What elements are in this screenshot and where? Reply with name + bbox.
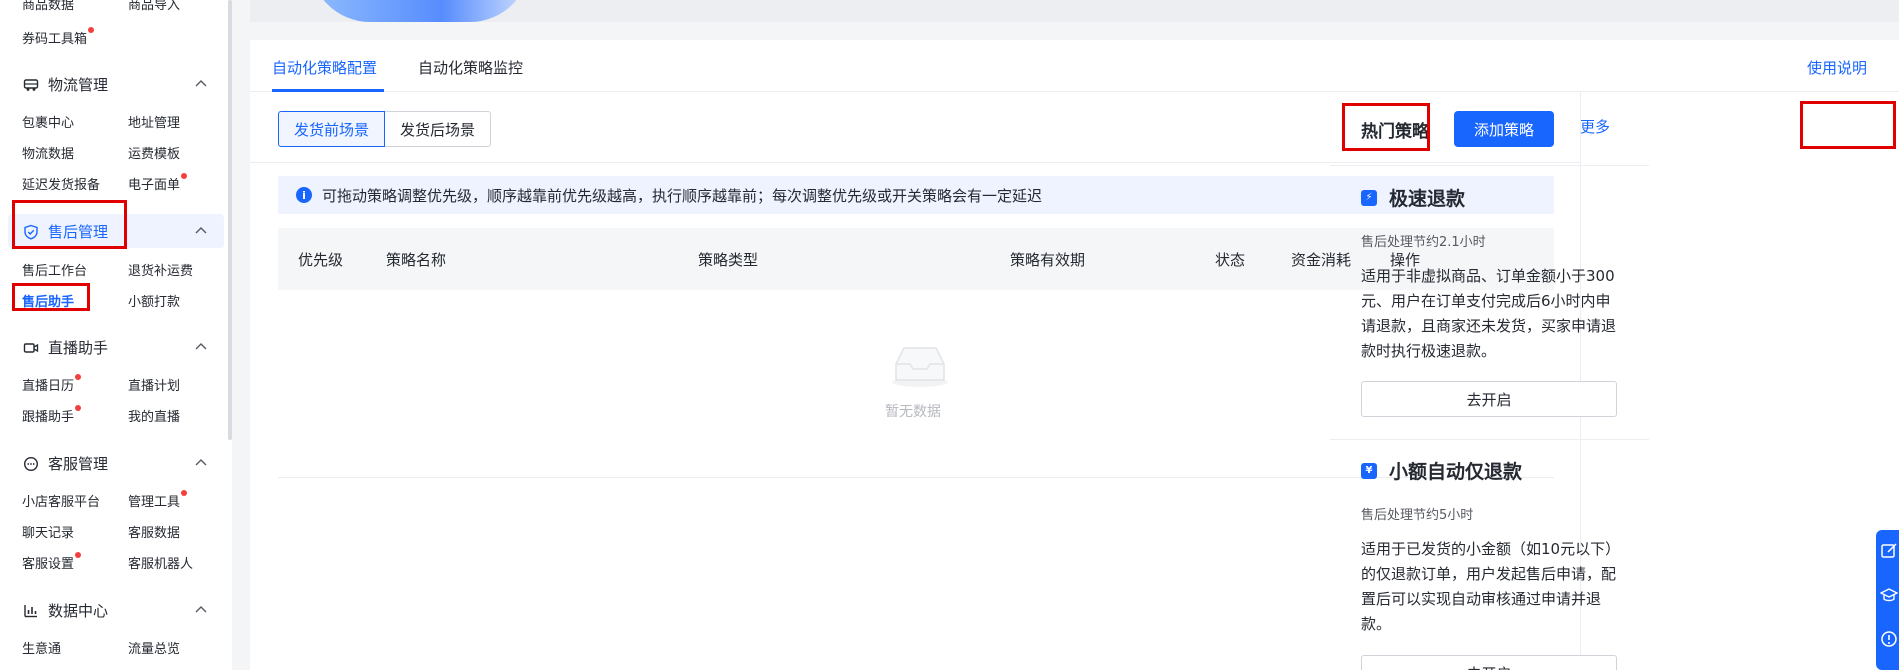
sidebar-item-return-freight[interactable]: 退货补运费	[128, 260, 193, 279]
sidebar-item-shengyitong[interactable]: 生意通	[22, 638, 61, 657]
card-subtitle: 售后处理节约2.1小时	[1361, 235, 1486, 250]
enable-small-refund-button[interactable]: 去开启	[1361, 655, 1617, 670]
shield-check-icon	[22, 223, 40, 241]
empty-box-icon	[892, 347, 948, 387]
active-tab-indicator	[272, 89, 384, 92]
chevron-up-icon[interactable]	[194, 224, 208, 238]
sidebar-item-my-live[interactable]: 我的直播	[128, 406, 180, 425]
chevron-up-icon[interactable]	[194, 77, 208, 91]
empty-state-text: 暂无数据	[885, 404, 941, 420]
column-status: 状态	[1215, 251, 1246, 269]
chevron-up-icon[interactable]	[194, 340, 208, 354]
new-badge	[181, 490, 188, 496]
sidebar-item-chat-records[interactable]: 聊天记录	[22, 522, 74, 541]
card-title: ⚡ 极速退款	[1361, 184, 1465, 211]
sidebar-group-service[interactable]: 客服管理	[22, 453, 108, 474]
sidebar-item-follow-assistant[interactable]: 跟播助手	[22, 405, 82, 425]
tab-bar: 自动化策略配置 自动化策略监控 使用说明	[250, 40, 1899, 92]
chevron-up-icon[interactable]	[194, 603, 208, 617]
card-description: 适用于已发货的小金额（如10元以下）的仅退款订单，用户发起售后申请，配置后可以实…	[1361, 540, 1617, 633]
top-banner	[250, 0, 1899, 22]
sidebar-item-service-robot[interactable]: 客服机器人	[128, 553, 193, 572]
sidebar-group-data[interactable]: 数据中心	[22, 600, 108, 621]
sidebar-group-aftersale[interactable]: 售后管理	[22, 221, 108, 242]
sidebar-item-aftersale-workbench[interactable]: 售后工作台	[22, 260, 87, 279]
graduation-cap-icon[interactable]	[1880, 586, 1898, 604]
sidebar-item-address[interactable]: 地址管理	[128, 112, 180, 131]
sidebar-item-coupon-toolbox[interactable]: 券码工具箱	[22, 27, 95, 47]
sidebar-item-traffic-overview[interactable]: 流量总览	[128, 638, 180, 657]
banner-graphic	[310, 0, 530, 22]
divider	[1330, 165, 1649, 166]
column-fund-consumption: 资金消耗	[1291, 251, 1352, 269]
tab-strategy-monitor[interactable]: 自动化策略监控	[418, 57, 523, 78]
main-panel: 自动化策略配置 自动化策略监控 使用说明 发货前场景 发货后场景 添加策略 i …	[250, 40, 1899, 670]
scene-after-shipment-button[interactable]: 发货后场景	[385, 111, 492, 147]
floating-toolbar	[1876, 530, 1899, 670]
sidebar-item-freight-template[interactable]: 运费模板	[128, 143, 180, 162]
sidebar-item-package-center[interactable]: 包裹中心	[22, 112, 74, 131]
sidebar-item-logistics-data[interactable]: 物流数据	[22, 143, 74, 162]
more-link[interactable]: 更多	[1580, 116, 1610, 137]
new-badge	[88, 27, 95, 33]
video-camera-icon	[22, 339, 40, 357]
sidebar-group-live[interactable]: 直播助手	[22, 337, 108, 358]
chevron-up-icon[interactable]	[194, 456, 208, 470]
new-badge	[75, 552, 82, 558]
sidebar-group-label: 售后管理	[48, 223, 109, 241]
yen-icon: ¥	[1361, 462, 1377, 479]
bar-chart-icon	[22, 602, 40, 620]
card-title: ¥ 小额自动仅退款	[1361, 457, 1522, 484]
sidebar-item-small-payment[interactable]: 小额打款	[128, 291, 180, 310]
sidebar-item-aftersale-assistant[interactable]: 售后助手	[22, 291, 74, 310]
info-icon: i	[296, 187, 312, 203]
tab-strategy-config[interactable]: 自动化策略配置	[272, 57, 377, 78]
scene-before-shipment-button[interactable]: 发货前场景	[278, 111, 386, 147]
new-badge	[75, 405, 82, 411]
hot-strategies-title: 热门策略	[1361, 122, 1429, 142]
divider	[1330, 439, 1649, 440]
help-link[interactable]: 使用说明	[1807, 57, 1867, 78]
edit-icon[interactable]	[1880, 542, 1898, 560]
sidebar-item-service-settings[interactable]: 客服设置	[22, 552, 82, 572]
sidebar-group-label: 直播助手	[48, 339, 109, 357]
sidebar-item-product-import[interactable]: 商品导入	[128, 0, 180, 13]
card-subtitle: 售后处理节约5小时	[1361, 508, 1474, 523]
column-priority: 优先级	[298, 251, 344, 269]
sidebar-item-service-data[interactable]: 客服数据	[128, 522, 180, 541]
new-badge	[181, 173, 188, 179]
alert-circle-icon[interactable]	[1880, 630, 1898, 648]
truck-icon	[22, 76, 40, 94]
lightning-icon: ⚡	[1361, 189, 1377, 206]
sidebar-group-label: 物流管理	[48, 76, 109, 94]
new-badge	[75, 374, 82, 380]
sidebar: 商品数据 商品导入 券码工具箱 物流管理 包裹中心 地址管理 物流数据 运费模板…	[0, 0, 232, 670]
sidebar-group-label: 数据中心	[48, 602, 109, 620]
sidebar-group-logistics[interactable]: 物流管理	[22, 74, 108, 95]
sidebar-item-service-platform[interactable]: 小店客服平台	[22, 491, 100, 510]
sidebar-item-live-plan[interactable]: 直播计划	[128, 375, 180, 394]
scene-switch: 发货前场景 发货后场景	[278, 111, 492, 147]
add-strategy-button[interactable]: 添加策略	[1454, 111, 1554, 147]
column-validity: 策略有效期	[1010, 251, 1086, 269]
column-strategy-name: 策略名称	[386, 251, 447, 269]
enable-fast-refund-button[interactable]: 去开启	[1361, 381, 1617, 417]
card-description: 适用于非虚拟商品、订单金额小于300元、用户在订单支付完成后6小时内申请退款，且…	[1361, 267, 1617, 360]
sidebar-group-label: 客服管理	[48, 455, 109, 473]
notice-text: 可拖动策略调整优先级，顺序越靠前优先级越高，执行顺序越靠前；每次调整优先级或开关…	[322, 186, 1043, 205]
sidebar-scrollbar[interactable]	[228, 0, 232, 440]
sidebar-item-product-data[interactable]: 商品数据	[22, 0, 74, 13]
sidebar-item-e-waybill[interactable]: 电子面单	[128, 173, 188, 193]
chat-bubble-icon	[22, 455, 40, 473]
sidebar-item-delay-report[interactable]: 延迟发货报备	[22, 174, 100, 193]
divider	[250, 162, 1580, 163]
column-strategy-type: 策略类型	[698, 251, 759, 269]
sidebar-item-management-tools[interactable]: 管理工具	[128, 490, 188, 510]
sidebar-item-live-calendar[interactable]: 直播日历	[22, 374, 82, 394]
